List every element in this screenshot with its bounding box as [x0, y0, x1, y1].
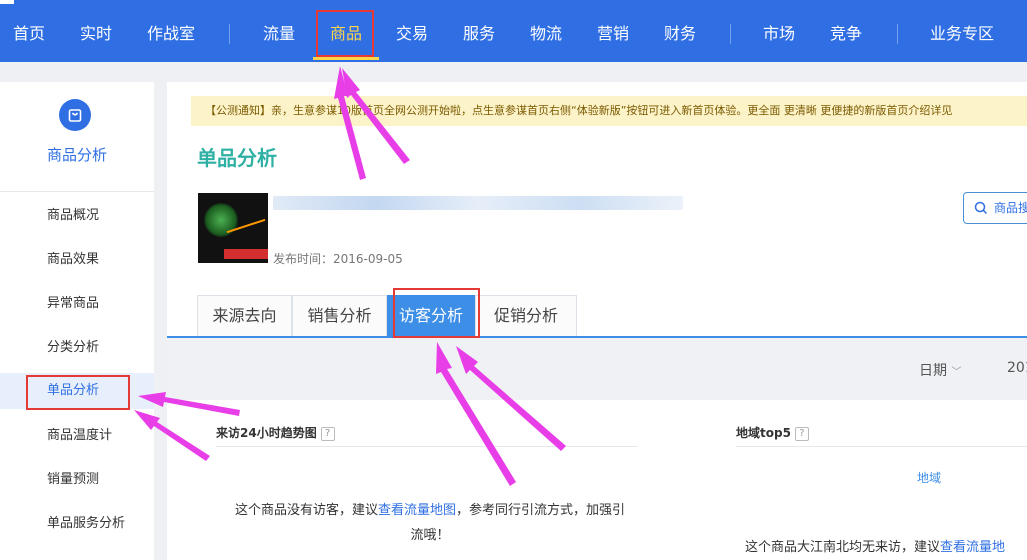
region-panel-title: 地域top5? [736, 424, 809, 441]
sidebar: 商品分析 商品概况 商品效果 异常商品 分类分析 单品分析 商品温度计 销量预测… [0, 82, 154, 560]
nav-item-home[interactable]: 首页 [13, 22, 45, 46]
product-thumbnail[interactable] [198, 193, 268, 263]
window-corner [0, 0, 14, 4]
nav-separator [730, 24, 731, 44]
nav-item-marketing[interactable]: 营销 [597, 22, 629, 46]
tab-promotion-analysis[interactable]: 促销分析 [475, 295, 577, 337]
search-button-label: 商品搜索 [994, 201, 1027, 215]
region-subtab[interactable]: 地域 [917, 469, 941, 486]
annotation-box-nav [316, 10, 374, 57]
annotation-box-tab [393, 288, 480, 338]
shopping-bag-icon [59, 99, 91, 131]
product-title-blurred[interactable] [273, 196, 683, 210]
region-empty-message: 这个商品大江南北均无来访，建议查看流量地 [745, 540, 1006, 555]
main-content: 【公测通知】亲，生意参谋10版首页全网公测开始啦，点生意参谋首页右侧“体验新版”… [167, 82, 1027, 560]
nav-item-realtime[interactable]: 实时 [80, 22, 112, 46]
region-panel-divider [736, 446, 1027, 447]
nav-item-traffic[interactable]: 流量 [263, 22, 295, 46]
sidebar-item-abnormal-products[interactable]: 异常商品 [0, 286, 154, 322]
tab-sales-analysis[interactable]: 销售分析 [292, 295, 387, 337]
nav-item-market[interactable]: 市场 [763, 22, 795, 46]
publish-time: 发布时间：2016-09-05 [273, 252, 403, 266]
nav-separator [229, 24, 230, 44]
date-filter-bar: 日期 ﹀ 201 [167, 338, 1027, 400]
search-icon [974, 201, 988, 215]
sidebar-item-category-analysis[interactable]: 分类分析 [0, 330, 154, 366]
sidebar-item-product-service-analysis[interactable]: 单品服务分析 [0, 506, 154, 542]
sidebar-item-product-overview[interactable]: 商品概况 [0, 198, 154, 234]
date-dropdown[interactable]: 日期 ﹀ [919, 360, 961, 380]
sidebar-header: 商品分析 [0, 82, 154, 192]
trend-empty-message: 这个商品没有访客，建议查看流量地图，参考同行引流方式，加强引 流哦！ [234, 503, 626, 543]
top-nav-bar: 首页 实时 作战室 流量 商品 交易 服务 物流 营销 财务 市场 竞争 业务专… [0, 0, 1027, 62]
product-search-button[interactable]: 商品搜索 [963, 192, 1027, 224]
notice-banner: 【公测通知】亲，生意参谋10版首页全网公测开始啦，点生意参谋首页右侧“体验新版”… [191, 96, 1027, 126]
nav-item-business-zone[interactable]: 业务专区 [930, 22, 994, 46]
nav-active-underline [313, 57, 379, 60]
sidebar-item-product-effect[interactable]: 商品效果 [0, 242, 154, 278]
sidebar-item-sales-forecast[interactable]: 销量预测 [0, 462, 154, 498]
chevron-down-icon: ﹀ [951, 367, 962, 378]
tab-source-destination[interactable]: 来源去向 [197, 295, 292, 337]
nav-item-war-room[interactable]: 作战室 [147, 22, 195, 46]
sidebar-title: 商品分析 [46, 146, 107, 164]
nav-item-service[interactable]: 服务 [463, 22, 495, 46]
trend-panel-title: 来访24小时趋势图? [216, 424, 335, 441]
trend-panel-divider [216, 446, 638, 447]
nav-item-trade[interactable]: 交易 [396, 22, 428, 46]
date-value: 201 [1007, 360, 1027, 376]
sidebar-item-product-thermometer[interactable]: 商品温度计 [0, 418, 154, 454]
annotation-box-sidebar [26, 375, 130, 410]
traffic-map-link-region[interactable]: 查看流量地 [940, 540, 1005, 555]
nav-item-finance[interactable]: 财务 [664, 22, 696, 46]
nav-separator [897, 24, 898, 44]
help-icon[interactable]: ? [320, 427, 335, 441]
page-title: 单品分析 [197, 146, 277, 170]
traffic-map-link[interactable]: 查看流量地图 [378, 503, 456, 518]
nav-item-logistics[interactable]: 物流 [530, 22, 562, 46]
nav-item-competition[interactable]: 竞争 [830, 22, 862, 46]
help-icon[interactable]: ? [794, 427, 809, 441]
